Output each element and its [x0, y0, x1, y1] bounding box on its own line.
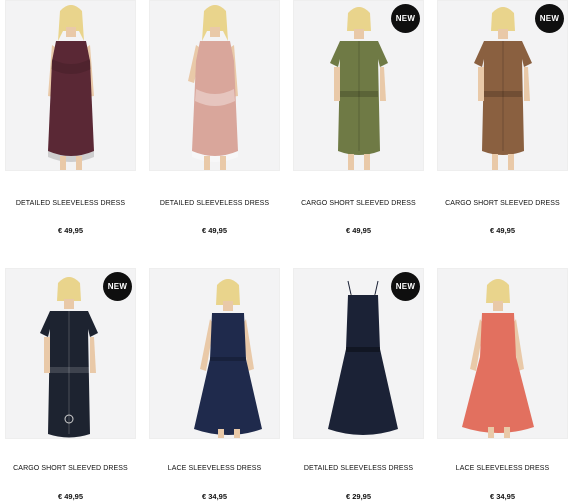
product-price: € 34,95 [201, 492, 228, 501]
product-card[interactable]: NEW CARGO SHORT SLEEVED DRESS € 49,95 [5, 268, 136, 501]
product-price: € 49,95 [201, 226, 228, 235]
product-price: € 49,95 [489, 226, 516, 235]
product-image[interactable]: NEW [293, 268, 424, 439]
product-image[interactable]: NEW [293, 0, 424, 171]
product-name[interactable]: LACE SLEEVELESS DRESS [149, 465, 280, 472]
product-image[interactable] [437, 268, 568, 439]
product-card[interactable]: LACE SLEEVELESS DRESS € 34,95 [149, 268, 280, 501]
product-name[interactable]: DETAILED SLEEVELESS DRESS [149, 200, 280, 207]
product-image[interactable] [149, 0, 280, 171]
product-name[interactable]: CARGO SHORT SLEEVED DRESS [293, 200, 424, 207]
product-card[interactable]: DETAILED SLEEVELESS DRESS € 49,95 [5, 0, 136, 235]
product-price: € 34,95 [489, 492, 516, 501]
product-price: € 29,95 [345, 492, 372, 501]
product-name[interactable]: CARGO SHORT SLEEVED DRESS [5, 465, 136, 472]
dress-illustration [150, 269, 279, 438]
new-badge: NEW [391, 272, 420, 301]
product-card[interactable]: DETAILED SLEEVELESS DRESS € 49,95 [149, 0, 280, 235]
product-name[interactable]: CARGO SHORT SLEEVED DRESS [437, 200, 568, 207]
product-image[interactable]: NEW [437, 0, 568, 171]
product-price: € 49,95 [57, 226, 84, 235]
product-card[interactable]: LACE SLEEVELESS DRESS € 34,95 [437, 268, 568, 501]
new-badge: NEW [535, 4, 564, 33]
dress-illustration [150, 1, 279, 170]
product-name[interactable]: DETAILED SLEEVELESS DRESS [5, 200, 136, 207]
new-badge: NEW [103, 272, 132, 301]
new-badge: NEW [391, 4, 420, 33]
product-price: € 49,95 [345, 226, 372, 235]
product-card[interactable]: NEW DETAILED SLEEVELESS DRESS € 29,95 [293, 268, 424, 501]
dress-illustration [438, 269, 567, 438]
product-name[interactable]: DETAILED SLEEVELESS DRESS [293, 465, 424, 472]
product-name[interactable]: LACE SLEEVELESS DRESS [437, 465, 568, 472]
product-card[interactable]: NEW CARGO SHORT SLEEVED DRESS € 49,95 [437, 0, 568, 235]
dress-illustration [6, 1, 135, 170]
product-image[interactable]: NEW [5, 268, 136, 439]
product-image[interactable] [5, 0, 136, 171]
product-card[interactable]: NEW CARGO SHORT SLEEVED DRESS € 49,95 [293, 0, 424, 235]
product-image[interactable] [149, 268, 280, 439]
product-price: € 49,95 [57, 492, 84, 501]
